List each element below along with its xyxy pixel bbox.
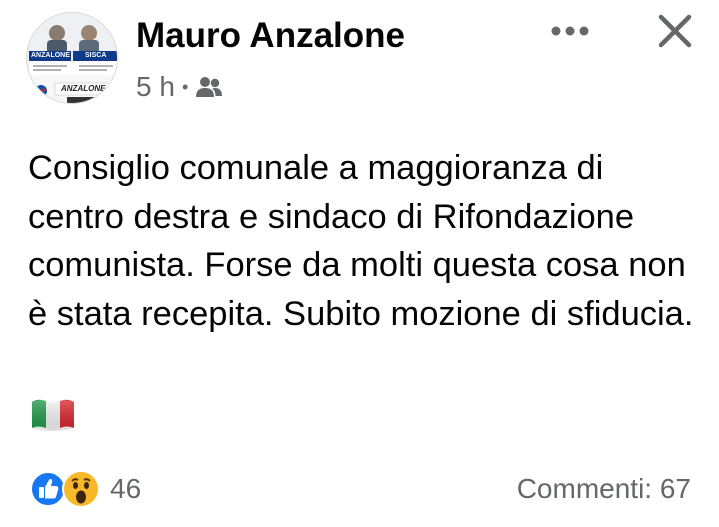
italy-flag-icon <box>30 396 76 432</box>
more-dots-icon <box>551 26 589 36</box>
like-icon <box>30 471 66 507</box>
more-options-button[interactable] <box>548 14 592 48</box>
reactions-summary[interactable]: 46 <box>30 470 141 508</box>
avatar-label-bottom: ANZALONE <box>61 84 106 93</box>
post-text: Consiglio comunale a maggioranza di cent… <box>28 149 694 333</box>
reaction-icons <box>30 470 104 508</box>
post-meta: 5 h • <box>136 70 224 104</box>
close-icon <box>658 14 692 48</box>
friends-icon[interactable] <box>194 70 224 104</box>
avatar-label-left: ANZALONE <box>31 52 70 59</box>
meta-separator: • <box>181 77 189 97</box>
post-time[interactable]: 5 h <box>136 70 175 104</box>
comments-count[interactable]: Commenti: 67 <box>517 470 691 508</box>
author-avatar[interactable]: ANZALONE SISCA ANZALONE <box>26 12 118 104</box>
wow-icon <box>62 470 100 508</box>
author-name[interactable]: Mauro Anzalone <box>136 14 405 58</box>
reaction-count: 46 <box>110 473 142 504</box>
close-button[interactable] <box>650 8 700 54</box>
avatar-label-right: SISCA <box>85 52 107 59</box>
